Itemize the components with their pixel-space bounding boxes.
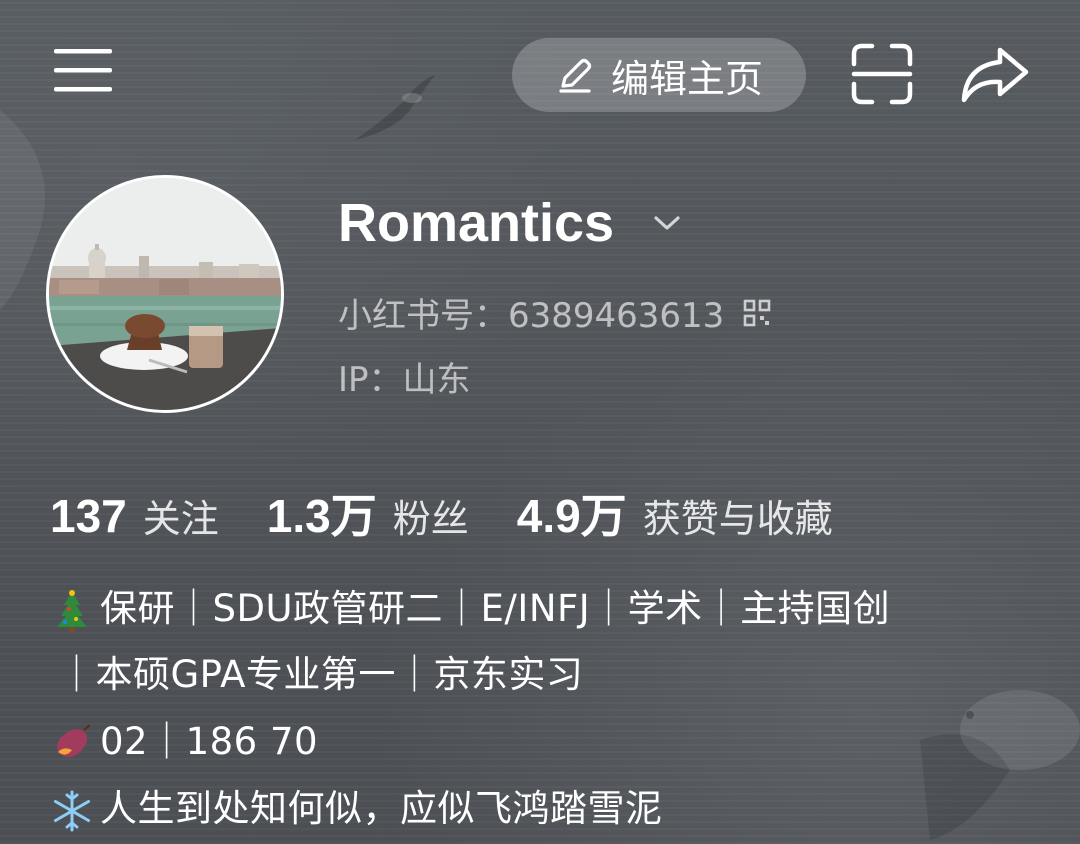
snowflake-icon <box>54 790 90 831</box>
stat-following-count: 137 <box>50 490 127 542</box>
profile-stats: 137 关注 1.3万 粉丝 4.9万 获赞与收藏 <box>50 480 881 546</box>
stat-followers-count: 1.3万 <box>266 490 377 542</box>
stat-likes-label: 获赞与收藏 <box>642 497 833 541</box>
bio-line: 保研｜SDU政管研二｜E/INFJ｜学术｜主持国创 <box>50 578 890 633</box>
stat-following-label: 关注 <box>142 497 219 541</box>
stat-likes-count: 4.9万 <box>516 490 627 542</box>
edit-profile-label: 编辑主页 <box>610 56 763 101</box>
bio-line: 02｜186 70 <box>50 711 318 766</box>
stat-followers[interactable]: 1.3万 粉丝 <box>267 480 469 546</box>
stat-following[interactable]: 137 关注 <box>50 488 219 543</box>
stat-likes-collects[interactable]: 4.9万 获赞与收藏 <box>517 480 833 546</box>
bio-line: ｜本硕GPA专业第一｜京东实习 <box>58 644 583 698</box>
sweet-potato-icon <box>57 723 91 757</box>
avatar-image <box>49 178 281 410</box>
scan-icon[interactable] <box>848 40 916 108</box>
bio-line-4-text: 人生到处知何似，应似飞鸿踏雪泥 <box>100 787 663 830</box>
bio-line-1-text: 保研｜SDU政管研二｜E/INFJ｜学术｜主持国创 <box>100 587 891 630</box>
account-id-label: 小红书号：6389463613 <box>338 296 725 336</box>
avatar[interactable] <box>46 175 284 413</box>
share-icon[interactable] <box>958 42 1032 106</box>
account-id-value: 6389463613 <box>508 296 725 336</box>
qr-code-icon[interactable] <box>742 298 772 328</box>
seagull-decoration <box>355 75 435 140</box>
stat-followers-label: 粉丝 <box>392 497 469 541</box>
edit-profile-button[interactable]: 编辑主页 <box>512 38 806 112</box>
menu-icon[interactable] <box>52 44 114 96</box>
bio-line-2-text: ｜本硕GPA专业第一｜京东实习 <box>58 653 584 696</box>
pencil-icon <box>559 58 592 93</box>
christmas-tree-icon <box>57 589 87 632</box>
seagull-decoration <box>920 690 1080 840</box>
bio-line: 人生到处知何似，应似飞鸿踏雪泥 <box>50 778 663 833</box>
chevron-down-icon[interactable] <box>650 206 684 240</box>
ip-location: IP：山东 <box>338 360 471 400</box>
ip-location-value: 山东 <box>402 360 471 400</box>
profile-name: Romantics <box>338 193 615 253</box>
bio-line-3-text: 02｜186 70 <box>100 720 319 763</box>
